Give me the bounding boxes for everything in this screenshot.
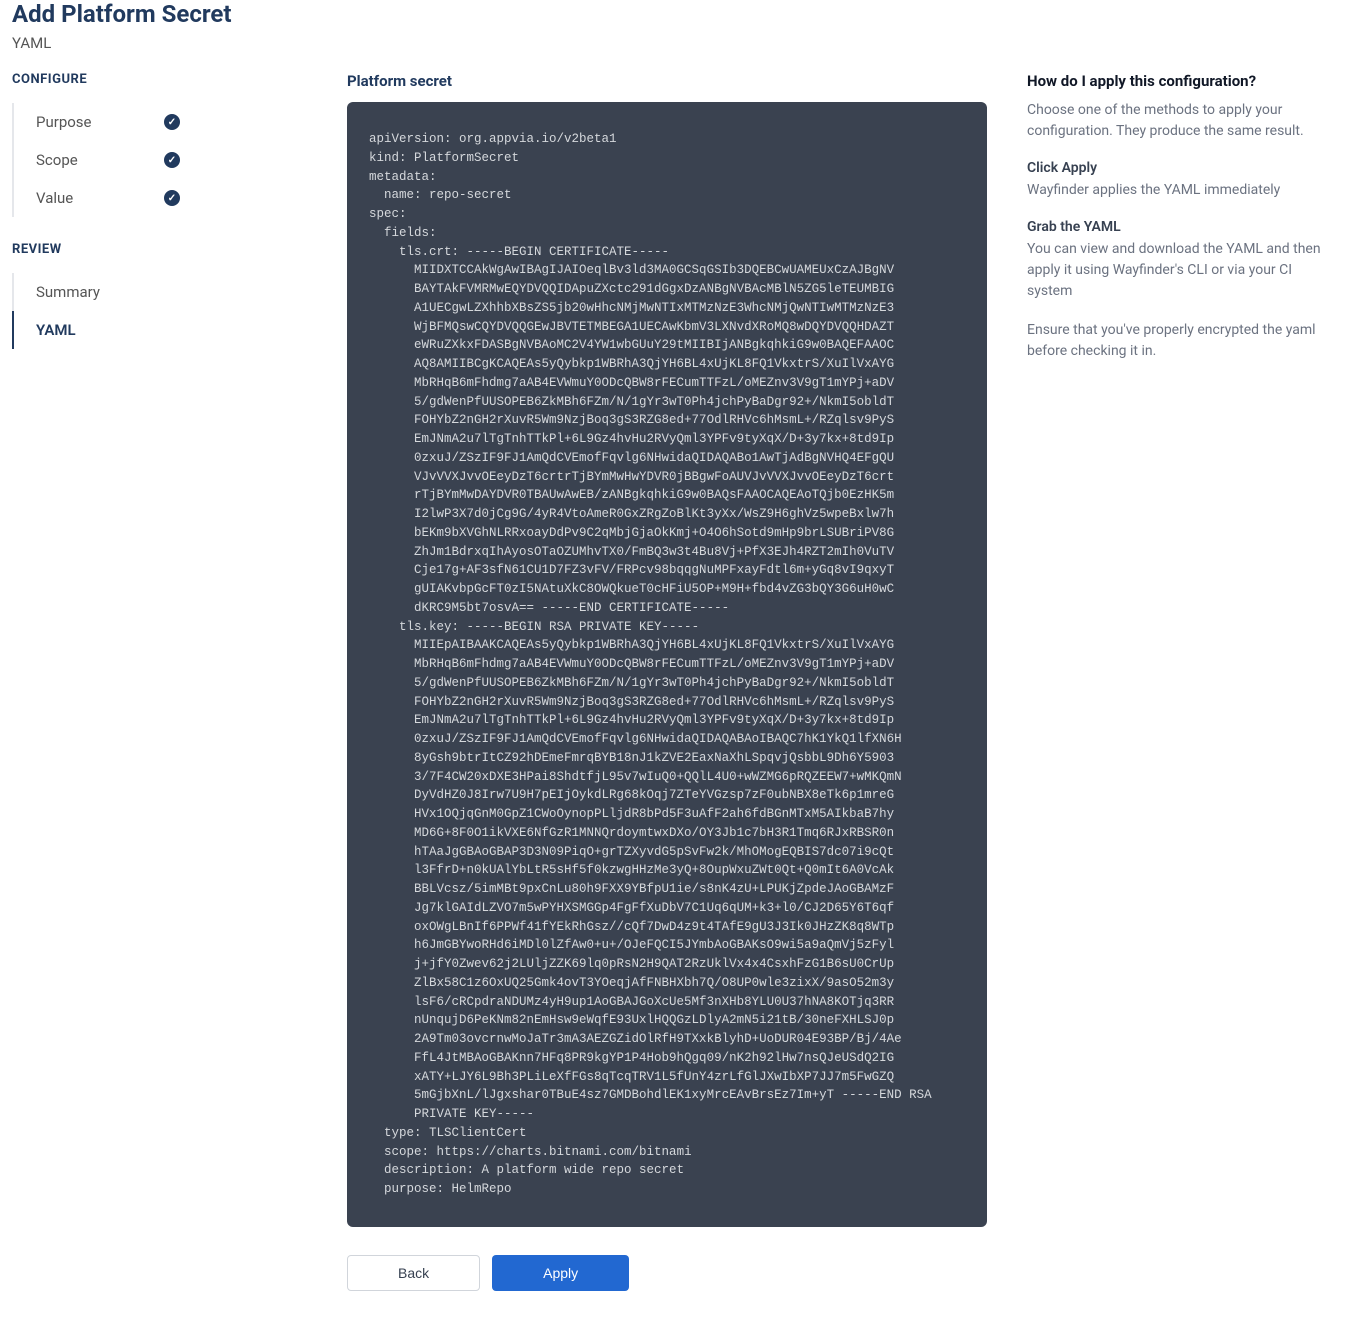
check-icon bbox=[164, 152, 180, 168]
page-subtitle: YAML bbox=[12, 34, 1333, 52]
sidebar-item-summary[interactable]: Summary bbox=[14, 273, 194, 311]
help-footer: Ensure that you've properly encrypted th… bbox=[1027, 320, 1327, 362]
sidebar-item-label: YAML bbox=[36, 321, 76, 339]
check-icon bbox=[164, 190, 180, 206]
help-section-text: Wayfinder applies the YAML immediately bbox=[1027, 180, 1327, 201]
yaml-code-block[interactable]: apiVersion: org.appvia.io/v2beta1 kind: … bbox=[347, 102, 987, 1227]
page-title: Add Platform Secret bbox=[12, 0, 1333, 28]
check-icon bbox=[164, 114, 180, 130]
help-title: How do I apply this configuration? bbox=[1027, 72, 1327, 90]
help-section-title: Grab the YAML bbox=[1027, 219, 1327, 235]
main-title: Platform secret bbox=[347, 72, 987, 90]
sidebar-item-purpose[interactable]: Purpose bbox=[14, 103, 194, 141]
help-intro: Choose one of the methods to apply your … bbox=[1027, 100, 1327, 142]
sidebar-configure-heading: CONFIGURE bbox=[12, 72, 327, 95]
sidebar-item-scope[interactable]: Scope bbox=[14, 141, 194, 179]
help-section-text: You can view and download the YAML and t… bbox=[1027, 239, 1327, 302]
sidebar-item-label: Value bbox=[36, 189, 73, 207]
main-content: Platform secret apiVersion: org.appvia.i… bbox=[347, 72, 987, 1319]
apply-button[interactable]: Apply bbox=[492, 1255, 629, 1291]
sidebar-item-label: Summary bbox=[36, 283, 100, 301]
help-panel: How do I apply this configuration? Choos… bbox=[1007, 72, 1327, 1319]
back-button[interactable]: Back bbox=[347, 1255, 480, 1291]
sidebar-item-value[interactable]: Value bbox=[14, 179, 194, 217]
sidebar-item-label: Scope bbox=[36, 151, 78, 169]
sidebar-item-yaml[interactable]: YAML bbox=[14, 311, 194, 349]
sidebar-item-label: Purpose bbox=[36, 113, 92, 131]
sidebar: CONFIGURE Purpose Scope Value REVIEW bbox=[12, 72, 327, 1319]
help-section-title: Click Apply bbox=[1027, 160, 1327, 176]
sidebar-review-heading: REVIEW bbox=[12, 242, 327, 265]
